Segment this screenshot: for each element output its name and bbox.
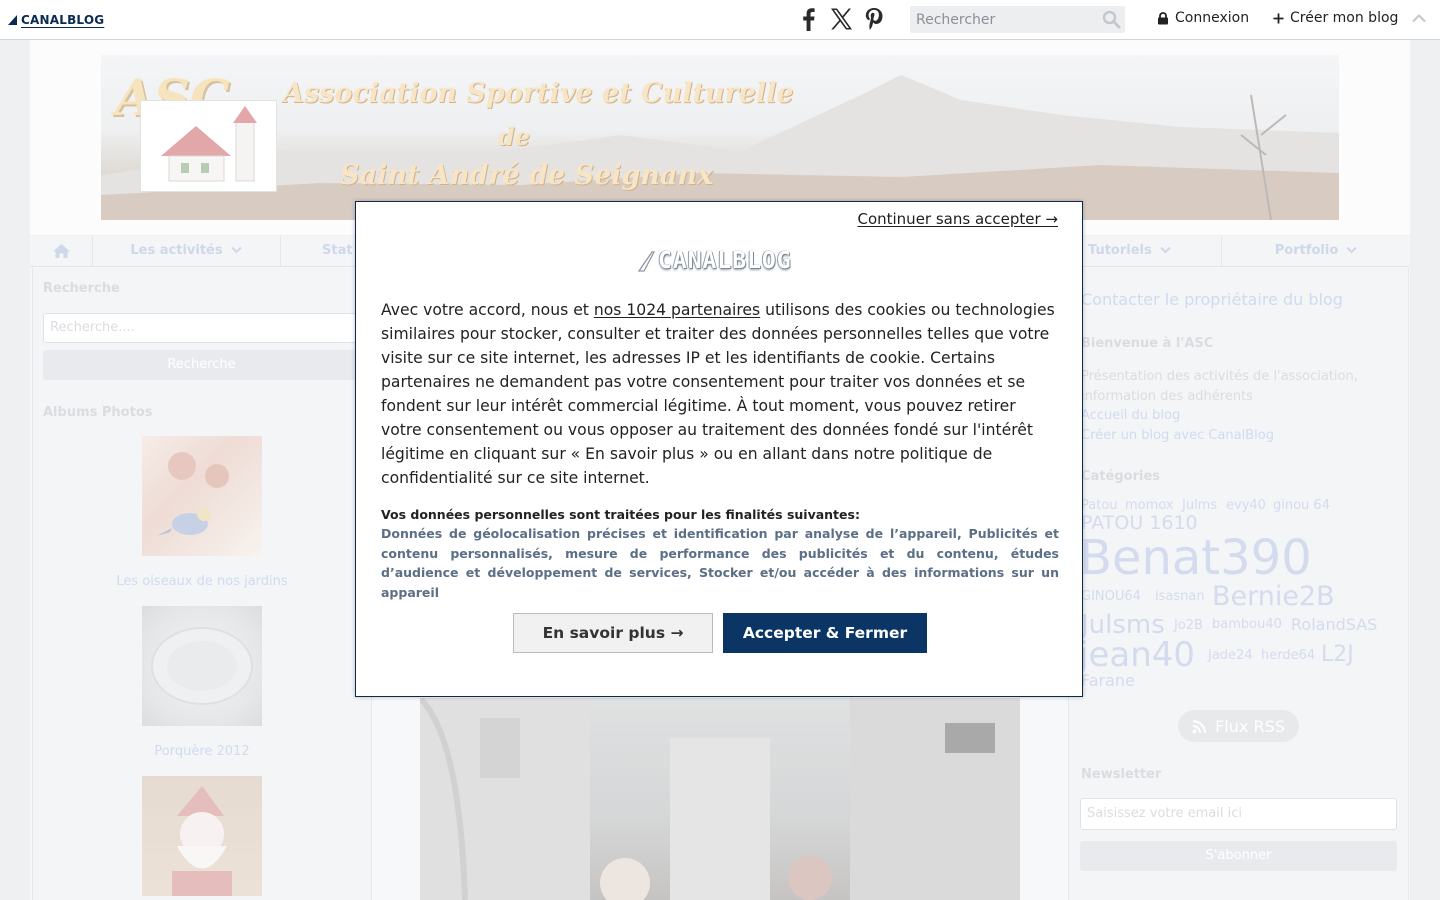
top-search-input[interactable] <box>910 6 1102 33</box>
create-blog-link[interactable]: Créer mon blog <box>1273 10 1398 26</box>
consent-text-start: Avec votre accord, nous et <box>381 301 594 319</box>
chevron-up-icon[interactable] <box>1411 13 1427 23</box>
canalblog-mark-icon <box>8 15 17 25</box>
consent-text-end: utilisons des cookies ou technologies si… <box>381 301 1055 487</box>
accept-close-button[interactable]: Accepter & Fermer <box>723 613 927 653</box>
login-link[interactable]: Connexion <box>1157 10 1249 26</box>
facebook-icon[interactable] <box>800 7 816 31</box>
canalblog-logo[interactable]: CANALBLOG <box>8 10 104 30</box>
canalblog-mark-icon <box>638 251 655 272</box>
x-twitter-icon[interactable] <box>829 7 853 31</box>
login-label: Connexion <box>1175 10 1250 26</box>
purposes-list: Données de géolocalisation précises et i… <box>381 526 1059 601</box>
plus-icon <box>1273 13 1284 23</box>
create-blog-label: Créer mon blog <box>1290 10 1399 26</box>
pinterest-icon[interactable] <box>864 7 884 31</box>
modal-logo-text: CANALBLOG <box>658 248 792 274</box>
top-bar: CANALBLOG Connexion Créer mon blog <box>0 0 1440 40</box>
logo-text: CANALBLOG <box>21 13 105 27</box>
consent-text: Avec votre accord, nous et nos 1024 part… <box>381 298 1061 490</box>
purposes-title: Vos données personnelles sont traitées p… <box>381 507 860 522</box>
search-icon[interactable] <box>1102 10 1121 29</box>
lock-icon <box>1158 11 1168 24</box>
partners-link[interactable]: nos 1024 partenaires <box>594 301 760 319</box>
learn-more-button[interactable]: En savoir plus → <box>513 613 713 653</box>
continue-without-accepting-link[interactable]: Continuer sans accepter → <box>857 210 1058 228</box>
canalblog-modal-logo: CANALBLOG <box>638 248 792 274</box>
cookie-consent-dialog: Continuer sans accepter → CANALBLOG Avec… <box>355 201 1083 697</box>
top-search <box>910 6 1125 33</box>
